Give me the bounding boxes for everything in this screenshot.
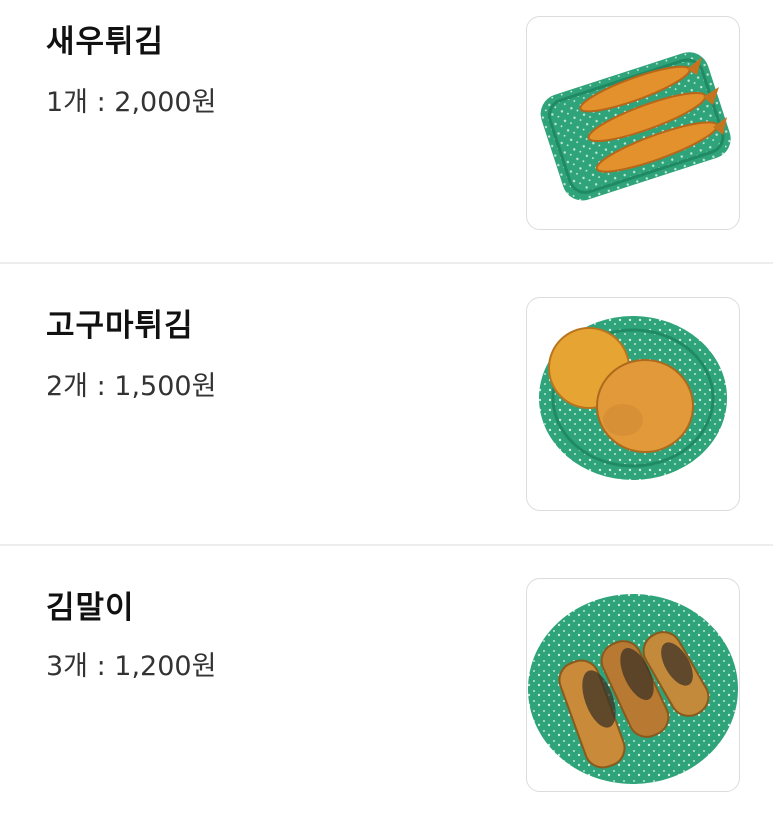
- menu-item-price: 3개 : 1,200원: [46, 651, 217, 682]
- menu-item-price: 1개 : 2,000원: [46, 87, 217, 118]
- menu-item-image[interactable]: [526, 297, 740, 511]
- menu-item-name: 고구마튀김: [46, 308, 194, 344]
- seaweed-roll-fritter-image: [528, 594, 738, 784]
- menu-item-image[interactable]: [526, 578, 740, 792]
- menu-list: 새우튀김 1개 : 2,000원 고구마튀김 2개: 1,500원 김말이 3…: [0, 0, 773, 825]
- menu-item-seaweed-roll[interactable]: 김말이 3개 : 1,200원: [0, 546, 773, 825]
- menu-item-name: 김말이: [46, 590, 135, 626]
- menu-item-sweet-potato[interactable]: 고구마튀김 2개 : 1,500원: [0, 264, 773, 544]
- menu-item-name: 새우튀김: [46, 24, 165, 60]
- fried-shrimp-image: [540, 52, 731, 201]
- menu-item-price: 2개 : 1,500원: [46, 371, 217, 402]
- menu-item-image[interactable]: [526, 16, 740, 230]
- sweet-potato-fritter-image: [539, 316, 727, 480]
- menu-item-shrimp[interactable]: 새우튀김 1개 : 2,000원: [0, 0, 773, 262]
